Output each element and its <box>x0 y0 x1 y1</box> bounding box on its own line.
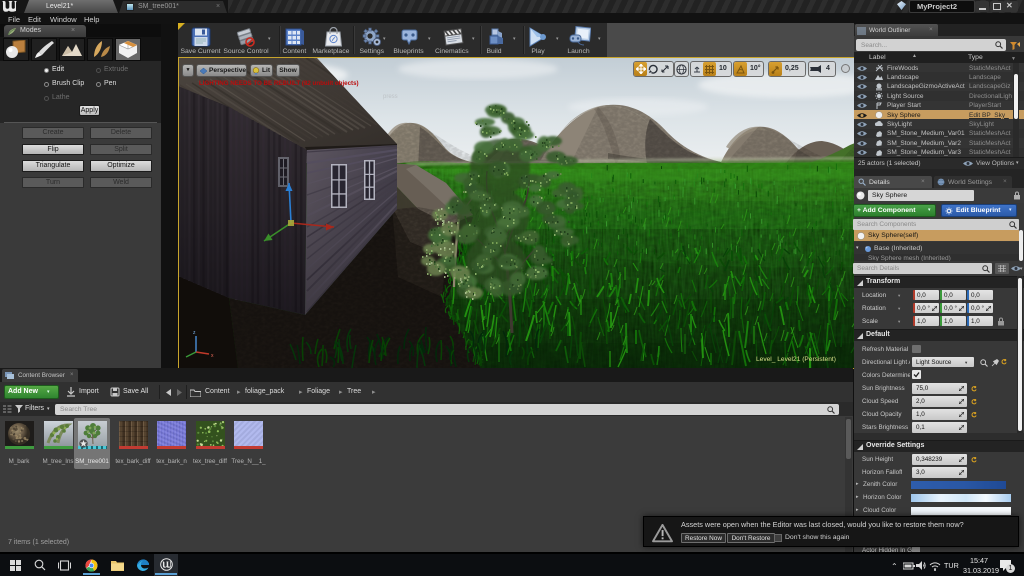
svg-text:press: press <box>383 94 398 100</box>
svg-text:Level_ Level21 (Persistent): Level_ Level21 (Persistent) <box>756 356 836 363</box>
svg-text:LIGHTING NEEDS TO BE REBUILT (: LIGHTING NEEDS TO BE REBUILT (82 unbuilt… <box>199 80 359 87</box>
